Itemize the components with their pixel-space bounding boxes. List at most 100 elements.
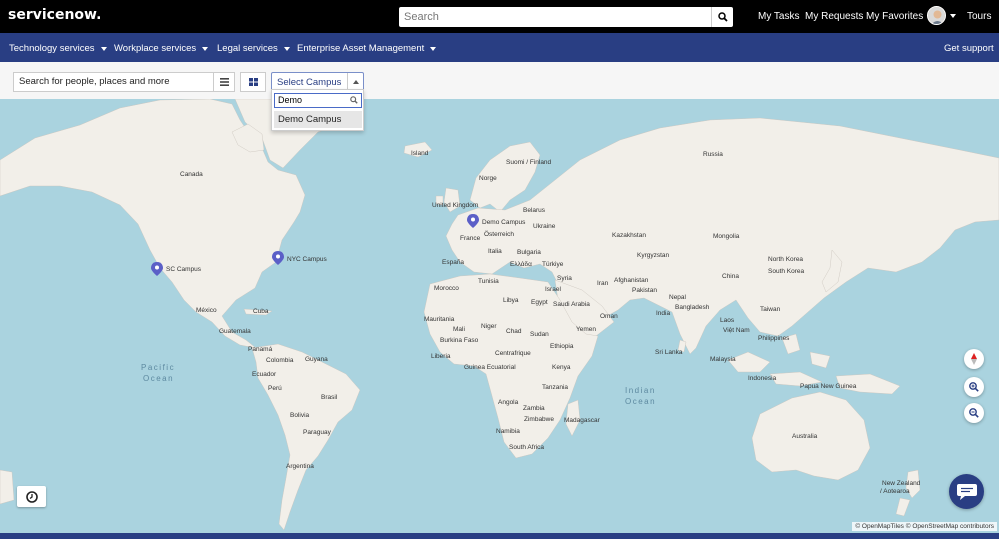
country-label: Namibia [496, 428, 520, 435]
user-menu-caret-icon[interactable] [950, 14, 956, 18]
country-label: Israel [545, 286, 561, 293]
country-label: Nepal [669, 294, 687, 301]
country-label: India [656, 310, 670, 317]
top-bar: servicenow. My Tasks My Requests My Favo… [0, 0, 999, 33]
country-label: Kenya [552, 364, 571, 371]
search-button[interactable] [711, 7, 733, 27]
global-search-input[interactable] [399, 7, 709, 27]
country-label: Guinea Ecuatorial [464, 364, 516, 371]
servicenow-logo[interactable]: servicenow. [8, 7, 101, 23]
country-label: Ethiopia [550, 343, 574, 350]
country-label: Ukraine [533, 223, 556, 230]
country-label: Tanzania [542, 384, 568, 391]
country-label: Sri Lanka [655, 349, 683, 356]
country-label: Island [411, 150, 429, 157]
country-label: Mali [453, 326, 465, 333]
country-label: Panamá [248, 346, 273, 353]
country-label: Italia [488, 248, 502, 255]
nav-label: Legal services [217, 43, 278, 54]
grid-icon [248, 78, 258, 86]
country-label: Brasil [321, 394, 338, 401]
country-label: Zambia [523, 405, 545, 412]
country-label: Egypt [531, 299, 548, 306]
list-view-button[interactable] [213, 72, 235, 92]
map-toolbar: Search for people, places and more Selec… [0, 62, 999, 99]
people-places-search-input[interactable]: Search for people, places and more [13, 72, 214, 92]
country-label: Cuba [253, 308, 269, 315]
country-label: Niger [481, 323, 497, 330]
country-label: Morocco [434, 285, 459, 292]
global-search [399, 7, 733, 27]
country-label: Guatemala [219, 328, 251, 335]
country-label: Suomi / Finland [506, 159, 552, 166]
get-support-link[interactable]: Get support [944, 43, 994, 54]
nav-workplace-services[interactable]: Workplace services [114, 43, 209, 54]
campus-select-label: Select Campus [277, 77, 342, 88]
map-canvas[interactable]: Pacific Ocean Indian Ocean Island Suomi /… [0, 99, 999, 533]
country-label: Libya [503, 297, 519, 304]
zoom-in-button[interactable] [964, 377, 984, 397]
avatar[interactable] [927, 6, 946, 25]
country-label: Kazakhstan [612, 232, 646, 239]
country-label: Mongolia [713, 233, 740, 240]
country-label: Madagascar [564, 417, 601, 424]
country-label: Ecuador [252, 371, 277, 378]
my-requests-link[interactable]: My Requests [805, 11, 863, 22]
country-label: Angola [498, 399, 519, 406]
country-label: Guyana [305, 356, 328, 363]
country-label: Chad [506, 328, 522, 335]
zoom-in-icon [969, 382, 979, 392]
tours-link[interactable]: Tours [967, 11, 991, 22]
campus-label-demo: Demo Campus [482, 219, 526, 226]
country-label: Centrafrique [495, 350, 531, 357]
country-label: Burkina Faso [440, 337, 479, 344]
grid-view-button[interactable] [240, 72, 266, 92]
campus-filter-input[interactable]: Demo [274, 93, 362, 108]
country-label: Türkiye [542, 261, 564, 268]
country-label: Zimbabwe [524, 416, 554, 423]
country-label: Kyrgyzstan [637, 252, 670, 259]
zoom-out-button[interactable] [964, 403, 984, 423]
compass-button[interactable] [964, 349, 984, 369]
history-button[interactable] [17, 486, 46, 507]
country-label: Yemen [576, 326, 596, 333]
country-label: Việt Nam [723, 327, 750, 334]
list-icon [219, 78, 229, 86]
campus-label-nyc: NYC Campus [287, 256, 327, 263]
country-label: Paraguay [303, 429, 332, 436]
country-label: Argentina [286, 463, 314, 470]
my-tasks-link[interactable]: My Tasks [758, 11, 800, 22]
world-map[interactable]: Pacific Ocean Indian Ocean Island Suomi /… [0, 99, 999, 533]
campus-option-demo-campus[interactable]: Demo Campus [274, 111, 362, 128]
country-label: Belarus [523, 207, 546, 214]
country-label: Ελλάδα [510, 260, 532, 268]
country-label: Iran [597, 280, 609, 287]
country-label: Österreich [484, 230, 514, 238]
nav-bar: Technology services Workplace services L… [0, 33, 999, 62]
country-label: France [460, 235, 481, 242]
country-label: Taiwan [760, 306, 781, 313]
country-label: / Aotearoa [880, 488, 910, 495]
chat-button[interactable] [949, 474, 984, 509]
nav-legal-services[interactable]: Legal services [217, 43, 290, 54]
country-label: Oman [600, 313, 618, 320]
country-label: Indonesia [748, 375, 777, 382]
search-icon [350, 96, 358, 104]
search-icon [717, 12, 728, 22]
country-label: México [196, 307, 217, 314]
country-label: Liberia [431, 353, 451, 360]
country-label: United Kingdom [432, 202, 478, 209]
chevron-down-icon [100, 46, 107, 51]
nav-enterprise-asset-management[interactable]: Enterprise Asset Management [297, 43, 437, 54]
my-favorites-link[interactable]: My Favorites [866, 11, 923, 22]
ocean-label-pacific: Pacific [141, 363, 175, 372]
country-label: Pakistan [632, 287, 657, 294]
map-attribution[interactable]: © OpenMapTiles © OpenStreetMap contribut… [852, 522, 997, 531]
country-label: Syria [557, 275, 572, 282]
country-label: Canada [180, 171, 203, 178]
nav-label: Workplace services [114, 43, 197, 54]
ocean-label-indian: Indian [625, 386, 656, 395]
country-label: Tunisia [478, 278, 499, 285]
nav-technology-services[interactable]: Technology services [9, 43, 107, 54]
country-label: Norge [479, 175, 497, 182]
